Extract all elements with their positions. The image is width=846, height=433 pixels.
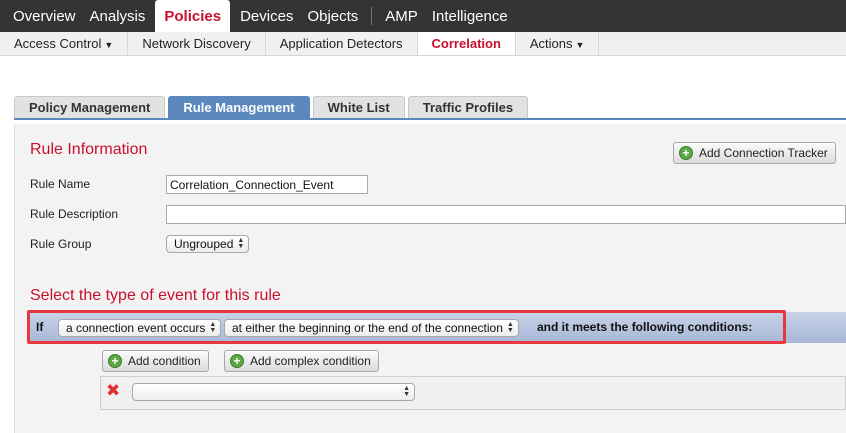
subnav-access-control[interactable]: Access Control ▼	[0, 32, 129, 55]
nav-separator	[371, 7, 373, 25]
subnav-actions-label: Actions	[529, 36, 573, 51]
rule-name-input[interactable]	[166, 175, 368, 194]
subnav-access-control-label: Access Control	[14, 36, 102, 51]
rule-information-title: Rule Information	[30, 141, 148, 158]
nav-overview[interactable]: Overview	[6, 0, 83, 32]
rule-name-label: Rule Name	[30, 177, 91, 191]
chevron-down-icon: ▼	[575, 40, 585, 50]
delete-icon[interactable]: ✖	[106, 382, 120, 400]
rule-group-value: Ungrouped	[174, 237, 234, 251]
add-icon: +	[230, 354, 244, 368]
nav-analysis[interactable]: Analysis	[83, 0, 153, 32]
tab-rule-management[interactable]: Rule Management	[168, 96, 310, 118]
nav-intelligence[interactable]: Intelligence	[425, 0, 515, 32]
add-icon: +	[679, 146, 693, 160]
rule-description-label: Rule Description	[30, 207, 119, 221]
subnav-application-detectors[interactable]: Application Detectors	[266, 32, 418, 55]
add-complex-condition-button[interactable]: + Add complex condition	[224, 350, 379, 372]
select-arrows-icon: ▲ ▼	[403, 385, 410, 398]
rule-group-label: Rule Group	[30, 237, 92, 251]
tab-white-list[interactable]: White List	[312, 96, 405, 118]
add-icon: +	[108, 354, 122, 368]
nav-amp[interactable]: AMP	[378, 0, 425, 32]
event-highlight-box	[27, 310, 786, 344]
tab-traffic-profiles[interactable]: Traffic Profiles	[407, 96, 529, 118]
add-connection-tracker-button[interactable]: + Add Connection Tracker	[673, 142, 836, 164]
subnav-network-discovery[interactable]: Network Discovery	[128, 32, 266, 55]
add-condition-button[interactable]: + Add condition	[102, 350, 209, 372]
add-complex-condition-label: Add complex condition	[250, 354, 371, 368]
chevron-down-icon: ▼	[104, 40, 114, 50]
subnav-correlation[interactable]: Correlation	[417, 32, 516, 55]
add-condition-label: Add condition	[128, 354, 201, 368]
nav-policies[interactable]: Policies	[155, 0, 231, 32]
rule-description-input[interactable]	[166, 205, 846, 224]
nav-devices[interactable]: Devices	[233, 0, 300, 32]
sub-navigation: Access Control ▼ Network Discovery Applic…	[0, 32, 846, 56]
nav-objects[interactable]: Objects	[300, 0, 365, 32]
top-navigation: Overview Analysis Policies Devices Objec…	[0, 0, 846, 32]
select-arrows-icon: ▲ ▼	[237, 237, 245, 250]
event-type-title: Select the type of event for this rule	[30, 287, 281, 304]
condition-field-select[interactable]: ▲ ▼	[132, 383, 415, 401]
tab-underline	[14, 118, 846, 120]
correlation-tabs: Policy Management Rule Management White …	[14, 96, 531, 118]
tab-policy-management[interactable]: Policy Management	[14, 96, 166, 118]
subnav-actions[interactable]: Actions ▼	[516, 32, 600, 55]
add-connection-tracker-label: Add Connection Tracker	[699, 146, 828, 160]
rule-group-select[interactable]: Ungrouped ▲ ▼	[166, 235, 250, 253]
